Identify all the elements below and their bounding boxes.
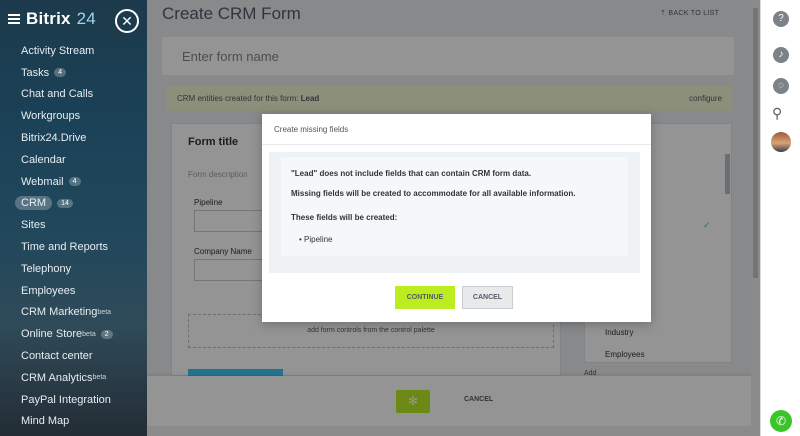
continue-button[interactable]: CONTINUE	[395, 286, 455, 309]
avatar[interactable]	[771, 132, 791, 152]
sidebar-item-chat-and-calls[interactable]: Chat and Calls	[0, 84, 147, 106]
beta-label: beta	[92, 374, 107, 382]
brand-suffix: 24	[76, 9, 96, 28]
sidebar-item-crm-analytics[interactable]: CRM Analytics beta	[0, 367, 147, 389]
sidebar-item-workgroups[interactable]: Workgroups	[0, 105, 147, 127]
menu-icon[interactable]	[8, 14, 20, 24]
counter-badge: 4	[54, 68, 67, 78]
chat-icon[interactable]: ◌	[773, 78, 789, 94]
dialog-message-2: Missing fields will be created to accomm…	[291, 189, 576, 198]
sidebar-item-label: Workgroups	[21, 110, 81, 123]
dialog-message-box: "Lead" does not include fields that can …	[281, 157, 628, 256]
beta-label: beta	[82, 330, 96, 338]
dialog-body: "Lead" does not include fields that can …	[269, 152, 640, 273]
bell-icon[interactable]: ♪	[773, 47, 789, 63]
sidebar-item-label: Tasks	[21, 66, 50, 79]
sidebar-item-label: Employees	[21, 284, 76, 297]
sidebar-item-label: PayPal Integration	[21, 393, 111, 406]
beta-label: beta	[97, 308, 112, 316]
sidebar-item-telephony[interactable]: Telephony	[0, 258, 147, 280]
counter-badge: 14	[57, 198, 73, 208]
field-list-item: • Pipeline	[299, 235, 333, 244]
sidebar-item-label: Telephony	[21, 262, 72, 275]
counter-badge: 2	[100, 329, 113, 339]
right-toolbar: ? ♪ ◌ ⚲	[760, 0, 800, 436]
sidebar-item-sites[interactable]: Sites	[0, 214, 147, 236]
brand-logo[interactable]: Bitrix 24	[8, 9, 96, 29]
dialog-message-3: These fields will be created:	[291, 213, 398, 222]
sidebar-item-employees[interactable]: Employees	[0, 280, 147, 302]
sidebar-item-crm[interactable]: CRM 14	[0, 193, 147, 215]
sidebar-item-label: Contact center	[21, 350, 93, 363]
divider	[262, 144, 651, 145]
sidebar-item-label: Activity Stream	[21, 44, 95, 57]
sidebar-item-contact-center[interactable]: Contact center	[0, 345, 147, 367]
sidebar-item-label: Bitrix24.Drive	[21, 132, 87, 145]
sidebar-menu: Activity Stream Tasks 4 Chat and Calls Workg…	[0, 40, 147, 432]
sidebar-item-online-store[interactable]: Online Store beta 2	[0, 323, 147, 345]
sidebar-item-label: Chat and Calls	[21, 88, 94, 101]
counter-badge: 4	[68, 177, 81, 187]
sidebar-item-time-and-reports[interactable]: Time and Reports	[0, 236, 147, 258]
sidebar-item-tasks[interactable]: Tasks 4	[0, 62, 147, 84]
sidebar-item-activity-stream[interactable]: Activity Stream	[0, 40, 147, 62]
create-missing-fields-dialog: Create missing fields "Lead" does not in…	[262, 114, 651, 322]
sidebar-item-label: CRM Marketing	[21, 306, 98, 319]
sidebar: Bitrix 24 ✕ Activity Stream Tasks 4 Chat an…	[0, 0, 147, 436]
dialog-message-1: "Lead" does not include fields that can …	[291, 169, 532, 178]
field-name: Pipeline	[304, 235, 333, 244]
sidebar-item-label: Time and Reports	[21, 241, 109, 254]
sidebar-item-bitrix24-drive[interactable]: Bitrix24.Drive	[0, 127, 147, 149]
sidebar-item-webmail[interactable]: Webmail 4	[0, 171, 147, 193]
sidebar-item-label: CRM Analytics	[21, 371, 93, 384]
sidebar-item-label: Calendar	[21, 153, 66, 166]
search-icon[interactable]: ⚲	[772, 105, 782, 122]
sidebar-item-label: Webmail	[21, 175, 64, 188]
sidebar-item-label: Online Store	[21, 328, 83, 341]
sidebar-item-paypal-integration[interactable]: PayPal Integration	[0, 389, 147, 411]
sidebar-item-label: Sites	[21, 219, 46, 232]
brand-name: Bitrix	[26, 9, 71, 28]
sidebar-item-crm-marketing[interactable]: CRM Marketing beta	[0, 302, 147, 324]
sidebar-item-label: Mind Map	[21, 415, 70, 428]
close-icon[interactable]: ✕	[115, 9, 139, 33]
sidebar-item-mind-map[interactable]: Mind Map	[0, 411, 147, 433]
help-icon[interactable]: ?	[773, 11, 789, 27]
phone-icon[interactable]: ✆	[770, 410, 792, 432]
sidebar-item-calendar[interactable]: Calendar	[0, 149, 147, 171]
cancel-button[interactable]: CANCEL	[462, 286, 513, 309]
dialog-title: Create missing fields	[274, 125, 349, 134]
sidebar-item-label: CRM	[15, 196, 53, 211]
